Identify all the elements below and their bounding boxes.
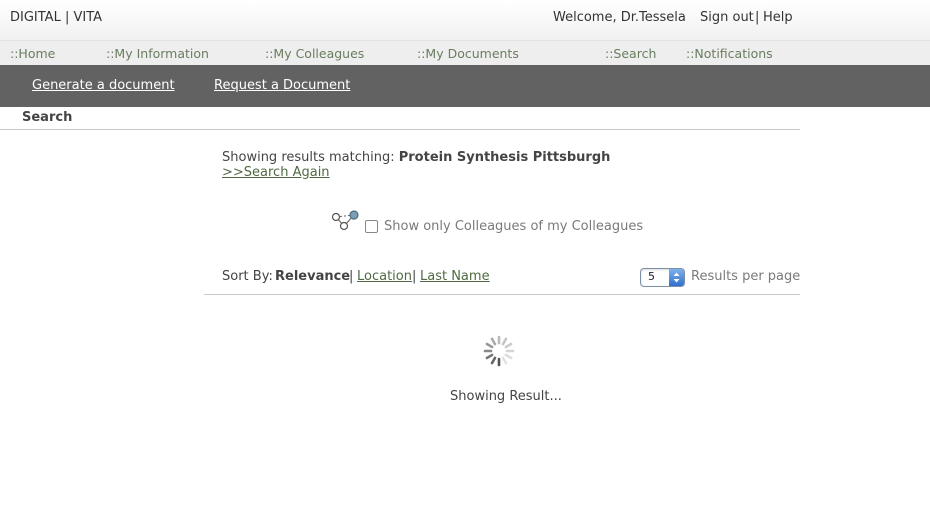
results-per-page-select[interactable]: 5 bbox=[640, 268, 685, 287]
welcome-text: Welcome, Dr.Tessela bbox=[553, 10, 686, 25]
nav-item-my-documents[interactable]: ::My Documents bbox=[417, 46, 519, 61]
search-again-link[interactable]: >>Search Again bbox=[222, 165, 330, 180]
help-link[interactable]: Help bbox=[763, 10, 793, 25]
main-nav: ::Home ::My Information ::My Colleagues … bbox=[0, 40, 930, 66]
sort-location-link[interactable]: Location bbox=[357, 269, 412, 284]
sort-separator: | bbox=[412, 269, 417, 284]
nav-item-home[interactable]: ::Home bbox=[10, 46, 55, 61]
sort-label: Sort By: bbox=[222, 269, 273, 284]
sort-last-name-link[interactable]: Last Name bbox=[420, 269, 490, 284]
search-query: Protein Synthesis Pittsburgh bbox=[398, 150, 611, 165]
per-page-label: Results per page bbox=[691, 269, 801, 284]
colleagues-filter-checkbox[interactable] bbox=[365, 220, 378, 233]
request-document-link[interactable]: Request a Document bbox=[214, 78, 350, 93]
results-prefix: Showing results matching: bbox=[222, 150, 395, 165]
sort-relevance[interactable]: Relevance bbox=[275, 269, 350, 284]
network-icon bbox=[331, 210, 359, 231]
nav-item-notifications[interactable]: ::Notifications bbox=[686, 46, 773, 61]
generate-document-link[interactable]: Generate a document bbox=[32, 78, 175, 93]
nav-item-my-colleagues[interactable]: ::My Colleagues bbox=[265, 46, 364, 61]
per-page-value: 5 bbox=[648, 270, 655, 283]
section-divider bbox=[0, 129, 800, 130]
results-divider bbox=[204, 294, 800, 295]
loading-text: Showing Result... bbox=[450, 389, 562, 404]
sort-separator: | bbox=[349, 269, 354, 284]
select-arrows-icon bbox=[669, 269, 684, 286]
results-summary: Showing results matching: Protein Synthe… bbox=[222, 150, 610, 165]
colleagues-filter-label: Show only Colleagues of my Colleagues bbox=[384, 219, 644, 234]
brand-logo: DIGITAL | VITA bbox=[10, 10, 103, 25]
header-bar: DIGITAL | VITA Welcome, Dr.Tessela Sign … bbox=[0, 0, 930, 40]
spinner-icon bbox=[483, 335, 515, 367]
header-separator: | bbox=[755, 10, 760, 25]
nav-item-search[interactable]: ::Search bbox=[605, 46, 656, 61]
nav-item-my-information[interactable]: ::My Information bbox=[106, 46, 209, 61]
page-title: Search bbox=[22, 110, 73, 125]
sign-out-link[interactable]: Sign out bbox=[700, 10, 754, 25]
sub-nav: Generate a document Request a Document bbox=[0, 65, 930, 107]
